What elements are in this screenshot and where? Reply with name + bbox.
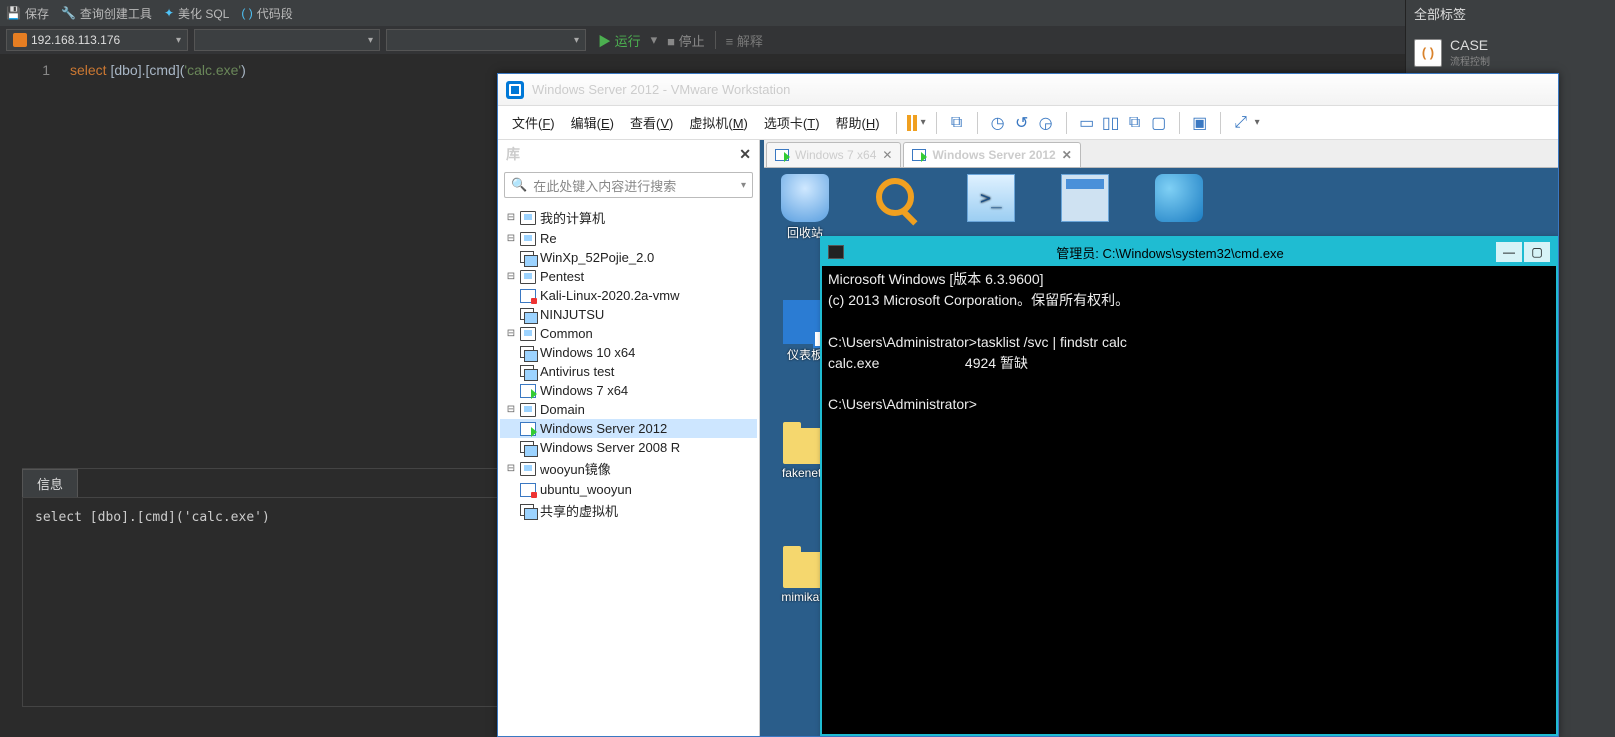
save-button[interactable]: 💾保存 [6,5,49,22]
sql-connection-bar: 192.168.113.176▾ ▾ ▾ ▶ 运行 ▾ ■ 停止 ≡ 解释 [0,26,1615,54]
vm-viewport: Windows 7 x64✕ Windows Server 2012✕ 回收站 … [760,140,1558,736]
tree-my-computer[interactable]: ⊟我的计算机 [500,206,757,229]
snapshot-icon[interactable]: ◷ [988,113,1008,133]
view-split-icon[interactable]: ▯▯ [1101,113,1121,133]
tree-ubuntu-wooyun[interactable]: ubuntu_wooyun [500,480,757,499]
library-tree: ⊟我的计算机 ⊟Re WinXp_52Pojie_2.0 ⊟Pentest Ka… [498,202,759,736]
tree-winxp[interactable]: WinXp_52Pojie_2.0 [500,248,757,267]
vmware-window[interactable]: Windows Server 2012 - VMware Workstation… [497,73,1559,737]
view-single-icon[interactable]: ▭ [1077,113,1097,133]
wrench-icon: 🔧 [61,6,76,20]
console-icon[interactable]: ▣ [1190,113,1210,133]
powershell-icon: >_ [967,174,1015,222]
cmd-output[interactable]: Microsoft Windows [版本 6.3.9600] (c) 2013… [822,266,1556,420]
search-placeholder: 在此处键入内容进行搜索 [533,176,676,195]
library-panel: 库 ✕ 🔍 在此处键入内容进行搜索 ▾ ⊟我的计算机 ⊟Re WinXp_52Po… [498,140,760,736]
fullscreen-icon[interactable]: ⤢ [1231,113,1251,133]
recycle-icon [781,174,829,222]
save-icon: 💾 [6,6,21,20]
code-content: select [dbo].[cmd]('calc.exe') [60,54,246,464]
vmware-icon [506,81,524,99]
tree-wooyun[interactable]: ⊟wooyun镜像 [500,457,757,480]
pause-icon[interactable] [907,115,917,131]
menu-help[interactable]: 帮助(H) [830,109,886,136]
chevron-down-icon: ▾ [574,35,579,46]
chevron-down-icon: ▾ [368,35,373,46]
tree-ws2012[interactable]: Windows Server 2012 [500,419,757,438]
chevron-down-icon: ▾ [741,180,746,191]
vmware-titlebar[interactable]: Windows Server 2012 - VMware Workstation [498,74,1558,106]
tab-ws2012[interactable]: Windows Server 2012✕ [903,142,1080,167]
library-title: 库 [506,144,520,164]
snapshot-manager-icon[interactable]: ◶ [1036,113,1056,133]
connection-combo[interactable]: 192.168.113.176▾ [6,29,188,51]
desktop-server-manager[interactable] [1050,174,1120,224]
tree-ws2008[interactable]: Windows Server 2008 R [500,438,757,457]
search-icon [876,178,914,216]
tree-ninjutsu[interactable]: NINJUTSU [500,305,757,324]
menu-edit[interactable]: 编辑(E) [565,109,620,136]
desktop-tools[interactable] [1144,174,1214,224]
sparkle-icon: ✦ [164,6,174,20]
menu-view[interactable]: 查看(V) [624,109,679,136]
minimize-button[interactable]: — [1496,242,1522,262]
view-unity-icon[interactable]: ⧉ [1125,113,1145,133]
schema-combo[interactable]: ▾ [386,29,586,51]
run-button[interactable]: ▶ 运行 [598,31,641,50]
snippet-case[interactable]: ( ) CASE流程控制 [1406,27,1615,78]
query-builder-button[interactable]: 🔧查询创建工具 [61,5,152,22]
vmware-title-text: Windows Server 2012 - VMware Workstation [532,82,790,97]
close-icon[interactable]: ✕ [1062,148,1072,162]
close-icon[interactable]: ✕ [882,148,892,162]
tree-pentest[interactable]: ⊟Pentest [500,267,757,286]
vm-desktop[interactable]: 回收站 >_ 仪表板 fakenet1 mimikatz 管理员: C:\Win… [760,168,1558,736]
tree-shared[interactable]: 共享的虚拟机 [500,499,757,522]
gears-icon [1155,174,1203,222]
vmware-menubar: 文件(F) 编辑(E) 查看(V) 虚拟机(M) 选项卡(T) 帮助(H) ▾ … [498,106,1558,140]
tree-domain[interactable]: ⊟Domain [500,400,757,419]
tree-antivirus[interactable]: Antivirus test [500,362,757,381]
menu-vm[interactable]: 虚拟机(M) [683,109,754,136]
explain-icon: ≡ [726,34,734,49]
snippet-button[interactable]: ( )代码段 [241,5,292,22]
menu-tabs[interactable]: 选项卡(T) [758,109,826,136]
tree-win7[interactable]: Windows 7 x64 [500,381,757,400]
search-icon: 🔍 [511,177,527,193]
library-search[interactable]: 🔍 在此处键入内容进行搜索 ▾ [504,172,753,198]
tree-win10[interactable]: Windows 10 x64 [500,343,757,362]
maximize-button[interactable]: ▢ [1524,242,1550,262]
beautify-button[interactable]: ✦美化 SQL [164,5,229,22]
tags-header: 全部标签 [1406,0,1615,27]
send-ctrl-alt-del-icon[interactable]: ⧉ [947,113,967,133]
desktop-recycle-bin[interactable]: 回收站 [770,174,840,241]
cmd-window[interactable]: 管理员: C:\Windows\system32\cmd.exe — ▢ Mic… [820,236,1558,736]
chevron-down-icon: ▾ [176,35,181,46]
desktop-search[interactable] [860,174,930,220]
braces-icon: ( ) [241,6,252,20]
cmd-title-text: 管理员: C:\Windows\system32\cmd.exe [844,243,1496,262]
cmd-titlebar[interactable]: 管理员: C:\Windows\system32\cmd.exe — ▢ [822,238,1556,266]
info-tab[interactable]: 信息 [22,469,78,497]
tree-common[interactable]: ⊟Common [500,324,757,343]
view-console-icon[interactable]: ▢ [1149,113,1169,133]
desktop-powershell[interactable]: >_ [956,174,1026,224]
sql-toolbar: 💾保存 🔧查询创建工具 ✦美化 SQL ( )代码段 [0,0,1615,26]
database-combo[interactable]: ▾ [194,29,380,51]
server-icon [13,33,27,47]
tab-win7[interactable]: Windows 7 x64✕ [766,142,901,167]
tree-re[interactable]: ⊟Re [500,229,757,248]
tree-kali[interactable]: Kali-Linux-2020.2a-vmw [500,286,757,305]
vm-tabs: Windows 7 x64✕ Windows Server 2012✕ [764,140,1558,168]
cmd-icon [828,245,844,259]
close-icon[interactable]: ✕ [739,146,751,163]
menu-file[interactable]: 文件(F) [506,109,561,136]
server-manager-icon [1061,174,1109,222]
stop-button[interactable]: ■ 停止 [667,31,704,50]
revert-icon[interactable]: ↺ [1012,113,1032,133]
case-icon: ( ) [1414,39,1442,67]
line-gutter: 1 [0,54,60,464]
explain-button[interactable]: ≡ 解释 [726,31,763,50]
